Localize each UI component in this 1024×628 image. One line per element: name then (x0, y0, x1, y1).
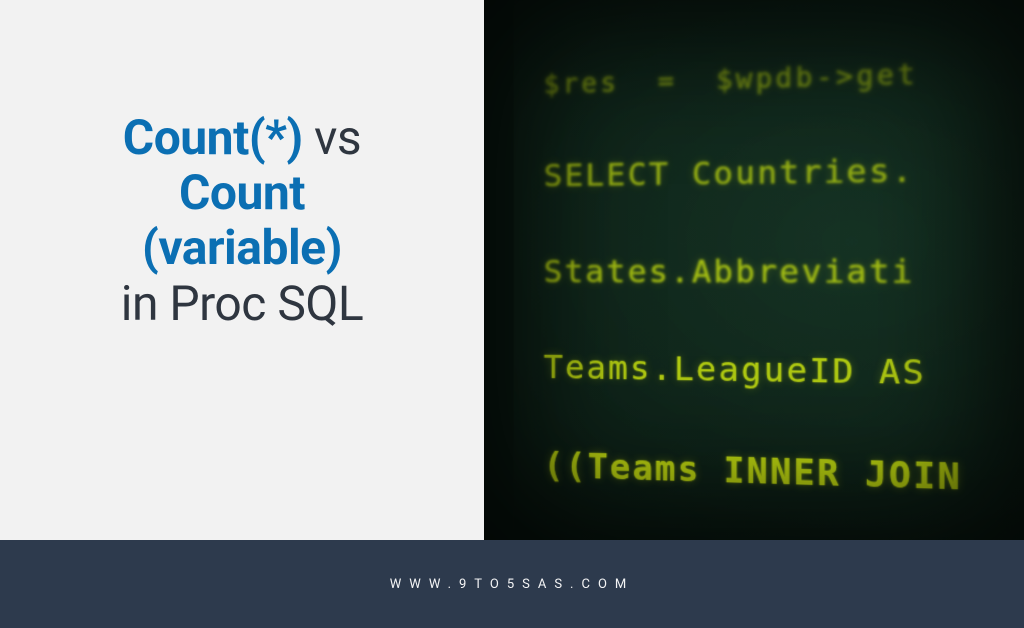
code-line: Teams.LeagueID AS (544, 343, 1024, 403)
code-line: $res = $wpdb->get (544, 49, 1024, 106)
code-screen: $res = $wpdb->get SELECT Countries. Stat… (514, 0, 1024, 540)
footer-bar: WWW.9TO5SAS.COM (0, 540, 1024, 628)
code-line: SELECT Countries. (544, 143, 1024, 201)
banner-root: Count(*) vs Count (variable) in Proc SQL… (0, 0, 1024, 628)
title-tail: in Proc SQL (121, 275, 363, 332)
banner-title: Count(*) vs Count (variable) in Proc SQL (121, 110, 363, 331)
title-highlight-2a: Count (179, 164, 305, 221)
left-title-panel: Count(*) vs Count (variable) in Proc SQL (0, 0, 484, 540)
code-line: ((Teams INNER JOIN (544, 440, 1024, 509)
main-area: Count(*) vs Count (variable) in Proc SQL… (0, 0, 1024, 540)
title-highlight-1: Count(*) (123, 109, 303, 166)
footer-url: WWW.9TO5SAS.COM (390, 577, 634, 592)
title-vs: vs (303, 109, 361, 166)
title-highlight-2b: (variable) (142, 219, 342, 276)
code-line: States.Abbreviati (544, 246, 1024, 298)
code-image-panel: $res = $wpdb->get SELECT Countries. Stat… (484, 0, 1024, 540)
